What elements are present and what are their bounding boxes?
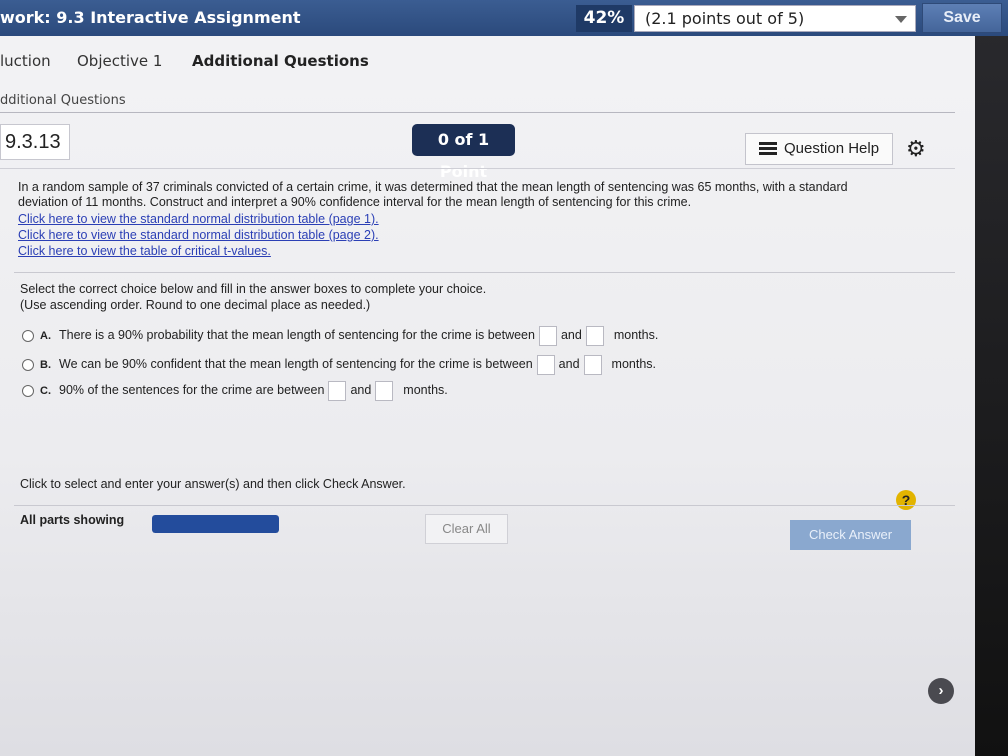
upper-bound-input-c[interactable] (375, 380, 394, 401)
unit-label: months. (403, 383, 448, 397)
choice-letter: A. (40, 330, 51, 342)
parts-progress-bar (152, 515, 279, 533)
gear-icon[interactable]: ⚙ (906, 138, 926, 160)
question-help-button[interactable]: Question Help (745, 133, 893, 165)
tab-additional-questions[interactable]: Additional Questions (192, 52, 369, 70)
check-answer-button[interactable]: Check Answer (790, 520, 911, 550)
lower-bound-input-a[interactable] (538, 325, 557, 346)
page-background (0, 0, 975, 756)
assignment-header: work: 9.3 Interactive Assignment 42% (2.… (0, 0, 1008, 36)
choice-b[interactable]: B. We can be 90% confident that the mean … (22, 354, 656, 375)
chevron-down-icon[interactable] (895, 16, 907, 23)
choice-a[interactable]: A. There is a 90% probability that the me… (22, 325, 659, 346)
score-percent: 42% (576, 5, 632, 32)
answer-hint: Click to select and enter your answer(s)… (20, 477, 406, 491)
divider (0, 112, 955, 113)
choice-letter: C. (40, 385, 51, 397)
lower-bound-input-b[interactable] (536, 354, 555, 375)
score-dropdown[interactable]: (2.1 points out of 5) (634, 5, 916, 32)
points-badge: 0 of 1 Point (412, 124, 515, 181)
radio-c[interactable] (22, 384, 34, 397)
help-icon[interactable]: ? (896, 490, 916, 510)
save-button[interactable]: Save (922, 3, 1002, 33)
radio-b[interactable] (22, 358, 34, 371)
instructions-line-2: (Use ascending order. Round to one decim… (20, 298, 371, 312)
progress-fill (152, 515, 279, 533)
choice-c[interactable]: C. 90% of the sentences for the crime are… (22, 380, 448, 401)
upper-bound-input-b[interactable] (583, 354, 602, 375)
instructions-line-1: Select the correct choice below and fill… (20, 282, 487, 296)
next-arrow-icon[interactable]: › (928, 678, 954, 704)
screen-edge (975, 0, 1008, 756)
choice-text: We can be 90% confident that the mean le… (59, 357, 533, 371)
and-label: and (558, 357, 580, 371)
unit-label: months. (611, 357, 656, 371)
score-points: (2.1 points out of 5) (645, 9, 805, 28)
assignment-title: work: 9.3 Interactive Assignment (0, 8, 301, 27)
unit-label: months. (613, 328, 659, 342)
reference-links: Click here to view the standard normal d… (18, 211, 379, 259)
link-normal-table-page-1[interactable]: Click here to view the standard normal d… (18, 211, 379, 227)
parts-showing-label: All parts showing (20, 513, 125, 527)
upper-bound-input-a[interactable] (585, 325, 604, 346)
tab-introduction[interactable]: luction (0, 52, 51, 70)
and-label: and (560, 328, 582, 342)
breadcrumb: dditional Questions (0, 93, 126, 108)
question-number: 9.3.13 (0, 124, 70, 160)
link-normal-table-page-2[interactable]: Click here to view the standard normal d… (18, 227, 379, 243)
question-help-label: Question Help (784, 140, 880, 157)
choice-letter: B. (40, 359, 51, 371)
link-t-table[interactable]: Click here to view the table of critical… (18, 243, 379, 259)
instructions: Select the correct choice below and fill… (20, 281, 486, 313)
radio-a[interactable] (22, 329, 34, 342)
divider (0, 168, 955, 169)
choice-text: There is a 90% probability that the mean… (59, 328, 535, 342)
clear-all-button[interactable]: Clear All (425, 514, 508, 544)
divider (14, 272, 955, 273)
and-label: and (350, 383, 372, 397)
divider (14, 505, 955, 506)
lower-bound-input-c[interactable] (328, 380, 347, 401)
question-text: In a random sample of 37 criminals convi… (18, 180, 848, 209)
list-icon (759, 142, 777, 156)
tab-objective-1[interactable]: Objective 1 (77, 52, 162, 70)
choice-text: 90% of the sentences for the crime are b… (59, 383, 325, 397)
